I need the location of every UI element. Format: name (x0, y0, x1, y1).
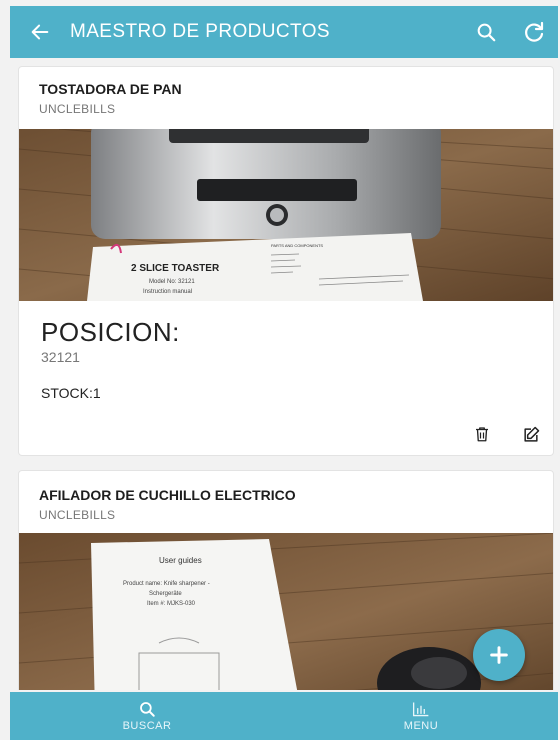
product-photo: 2 SLICE TOASTER Model No: 32121 Instruct… (19, 129, 553, 301)
manual-section: PARTS AND COMPONENTS (271, 243, 323, 248)
plus-icon (490, 646, 508, 664)
search-icon (477, 23, 496, 42)
manual-line-2: Schergeräte (149, 591, 182, 597)
nav-label: MENU (403, 720, 439, 732)
card-actions (473, 425, 541, 445)
delete-button[interactable] (473, 425, 491, 445)
product-photo: User guides Product name: Knife sharpene… (19, 533, 553, 690)
search-icon (140, 702, 155, 717)
stock-value: STOCK:1 (41, 385, 101, 401)
add-product-button[interactable] (473, 629, 525, 681)
manual-title: 2 SLICE TOASTER (131, 263, 220, 274)
trash-icon (476, 427, 488, 442)
edit-icon (524, 426, 540, 442)
product-name: AFILADOR DE CUCHILLO ELECTRICO (39, 487, 296, 503)
manual-line-3: Item #: MJKS-030 (147, 601, 196, 607)
position-label: POSICION: (41, 317, 180, 347)
page-title: MAESTRO DE PRODUCTOS (70, 21, 330, 42)
edit-button[interactable] (521, 425, 541, 445)
manual-model: Model No: 32121 (149, 279, 195, 285)
app-bar: MAESTRO DE PRODUCTOS (10, 6, 558, 58)
manual-subtitle: Instruction manual (143, 289, 192, 295)
bar-chart-icon (412, 702, 429, 717)
product-brand: UNCLEBILLS (39, 508, 116, 522)
product-name: TOSTADORA DE PAN (39, 81, 182, 97)
product-brand: UNCLEBILLS (39, 102, 116, 116)
manual-title: User guides (159, 556, 202, 565)
refresh-icon (525, 21, 544, 42)
nav-label: BUSCAR (122, 720, 172, 732)
manual-line-1: Product name: Knife sharpener - (123, 581, 210, 587)
nav-buscar[interactable]: BUSCAR (10, 692, 284, 740)
back-button[interactable] (10, 21, 70, 43)
nav-menu[interactable]: MENU (284, 692, 558, 740)
refresh-button[interactable] (510, 20, 558, 44)
search-button[interactable] (462, 21, 510, 43)
product-list[interactable]: TOSTADORA DE PAN UNCLEBILLS 2 SLICE TOAS… (10, 58, 558, 690)
position-value: 32121 (41, 349, 80, 365)
arrow-left-icon (31, 24, 49, 40)
product-card[interactable]: TOSTADORA DE PAN UNCLEBILLS 2 SLICE TOAS… (18, 66, 554, 456)
bottom-navigation: BUSCAR MENU (10, 692, 558, 740)
